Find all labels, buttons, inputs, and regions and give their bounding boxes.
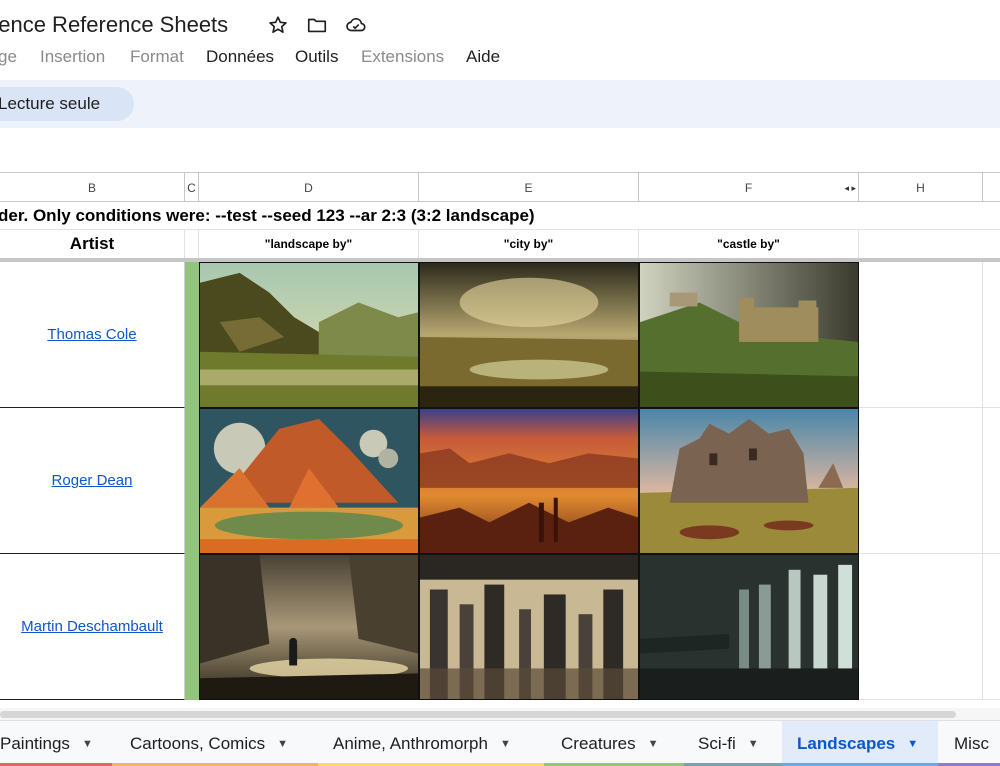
tab-misc[interactable]: Misc: [938, 721, 1000, 766]
tab-label: Sci-fi: [698, 734, 736, 753]
artist-cell[interactable]: Thomas Cole: [0, 262, 185, 408]
menu-item-insertion[interactable]: Insertion: [40, 47, 105, 67]
column-header-i[interactable]: [983, 172, 1000, 202]
empty-cell[interactable]: [859, 262, 983, 408]
chevron-down-icon[interactable]: ▼: [82, 738, 93, 750]
hidden-column-arrows-icon[interactable]: ◂ ▸: [844, 173, 856, 203]
tab-anime-anthromorph[interactable]: Anime, Anthromorph ▼: [318, 721, 544, 766]
castle-image[interactable]: [639, 554, 859, 700]
menu-item-outils[interactable]: Outils: [295, 47, 338, 67]
sheet-tabs-bar: Paintings ▼ Cartoons, Comics ▼ Anime, Anth…: [0, 720, 1000, 766]
tab-landscapes[interactable]: Landscapes ▼: [782, 721, 938, 766]
column-header-e[interactable]: E: [419, 172, 639, 202]
color-strip-cell[interactable]: [185, 262, 199, 408]
color-strip-cell[interactable]: [185, 408, 199, 554]
header-row[interactable]: Artist "landscape by" "city by" "castle …: [0, 230, 1000, 258]
menu-item-format[interactable]: Format: [130, 47, 184, 67]
menu-item-donnees[interactable]: Données: [206, 47, 274, 67]
spreadsheet-grid[interactable]: B C D E F ◂ ▸ H der. Only conditions wer…: [0, 172, 1000, 708]
empty-cell[interactable]: [859, 408, 983, 554]
chevron-down-icon[interactable]: ▼: [748, 738, 759, 750]
menu-item-extensions[interactable]: Extensions: [361, 47, 444, 67]
read-only-badge: Lecture seule: [0, 87, 134, 121]
tab-label: Landscapes: [797, 734, 896, 753]
header-castle-by[interactable]: "castle by": [639, 230, 859, 258]
description-row[interactable]: der. Only conditions were: --test --seed…: [0, 202, 1000, 230]
scrollbar-thumb[interactable]: [0, 711, 956, 718]
cloud-icon[interactable]: [345, 14, 367, 36]
chevron-down-icon[interactable]: ▼: [648, 738, 659, 750]
tab-cartoons-comics[interactable]: Cartoons, Comics ▼: [112, 721, 318, 766]
tab-paintings[interactable]: Paintings ▼: [0, 721, 112, 766]
table-row[interactable]: Roger Dean: [0, 408, 1000, 554]
empty-cell[interactable]: [983, 262, 1000, 408]
tab-creatures[interactable]: Creatures ▼: [544, 721, 684, 766]
tab-sci-fi[interactable]: Sci-fi ▼: [684, 721, 782, 766]
artist-link[interactable]: Thomas Cole: [47, 326, 136, 343]
document-title[interactable]: uence Reference Sheets: [0, 12, 228, 38]
artist-link[interactable]: Roger Dean: [52, 472, 133, 489]
horizontal-scrollbar[interactable]: [0, 708, 1000, 720]
header-artist[interactable]: Artist: [0, 230, 185, 258]
header-city-by[interactable]: "city by": [419, 230, 639, 258]
column-header-f-label: F: [744, 181, 753, 195]
description-text: der. Only conditions were: --test --seed…: [0, 206, 535, 225]
column-header-d[interactable]: D: [199, 172, 419, 202]
chevron-down-icon[interactable]: ▼: [500, 738, 511, 750]
artist-cell[interactable]: Martin Deschambault: [0, 554, 185, 700]
menu-item-aide[interactable]: Aide: [466, 47, 500, 67]
castle-image[interactable]: [639, 408, 859, 554]
tab-label: Paintings: [0, 734, 70, 753]
tab-label: Anime, Anthromorph: [333, 734, 488, 753]
toolbar: Lecture seule: [0, 80, 1000, 128]
landscape-image[interactable]: [199, 554, 419, 700]
tab-label: Cartoons, Comics: [130, 734, 266, 753]
empty-cell[interactable]: [983, 408, 1000, 554]
column-header-b[interactable]: B: [0, 172, 185, 202]
header-c-empty[interactable]: [185, 230, 199, 258]
empty-cell[interactable]: [983, 554, 1000, 700]
menu-bar: ge Insertion Format Données Outils Exten…: [0, 44, 1000, 70]
castle-image[interactable]: [639, 262, 859, 408]
city-image[interactable]: [419, 262, 639, 408]
star-icon[interactable]: [267, 14, 289, 36]
column-header-c[interactable]: C: [185, 172, 199, 202]
menu-item-page[interactable]: ge: [0, 47, 17, 67]
landscape-image[interactable]: [199, 262, 419, 408]
chevron-down-icon[interactable]: ▼: [907, 738, 918, 750]
column-header-f[interactable]: F ◂ ▸: [639, 172, 859, 202]
landscape-image[interactable]: [199, 408, 419, 554]
chevron-down-icon[interactable]: ▼: [277, 738, 288, 750]
tab-label: Creatures: [561, 734, 636, 753]
formula-bar: [0, 128, 1000, 172]
table-row[interactable]: Thomas Cole: [0, 262, 1000, 408]
artist-cell[interactable]: Roger Dean: [0, 408, 185, 554]
tab-label: Misc: [954, 734, 989, 753]
empty-cell[interactable]: [859, 554, 983, 700]
column-header-h[interactable]: H: [859, 172, 983, 202]
color-strip-cell[interactable]: [185, 554, 199, 700]
city-image[interactable]: [419, 408, 639, 554]
table-row[interactable]: Martin Deschambault: [0, 554, 1000, 700]
folder-icon[interactable]: [306, 14, 328, 36]
title-bar: uence Reference Sheets: [0, 0, 1000, 44]
city-image[interactable]: [419, 554, 639, 700]
artist-link[interactable]: Martin Deschambault: [21, 618, 163, 635]
header-landscape-by[interactable]: "landscape by": [199, 230, 419, 258]
